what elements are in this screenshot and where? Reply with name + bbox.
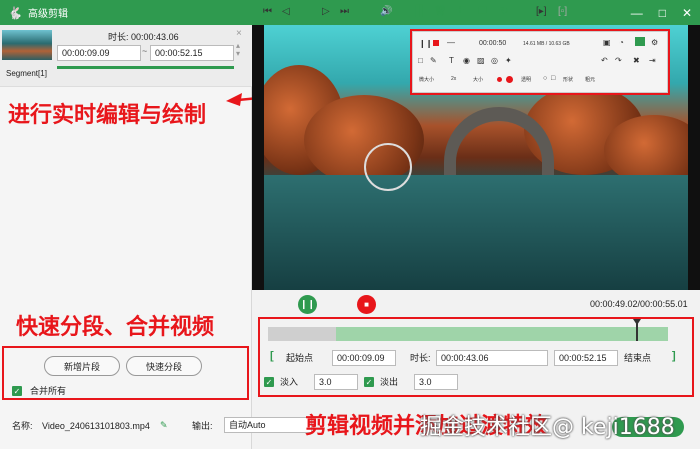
output-select[interactable]: 自动Auto [224, 417, 312, 433]
copy-icon[interactable]: ❐ [478, 5, 487, 19]
fade-in-checkbox[interactable]: ✓ [264, 377, 274, 387]
fade-in-label: 淡入 [280, 377, 299, 387]
timeline-selection[interactable] [336, 327, 668, 341]
fade-in-field[interactable]: 3.0 [314, 374, 358, 390]
filename-value: Video_240613101803.mp4 [42, 421, 150, 431]
filename-label: 名称: [12, 421, 33, 431]
reset-icon[interactable]: ↻ [500, 5, 508, 19]
set-start-icon[interactable]: [ [270, 350, 274, 362]
output-label: 输出: [192, 421, 213, 431]
step-back-icon[interactable]: ◁ [282, 5, 290, 19]
split-icon[interactable]: ▐▌ [412, 5, 426, 19]
trim-end-field[interactable]: 00:00:52.15 [554, 350, 618, 366]
fade-out-checkbox[interactable]: ✓ [364, 377, 374, 387]
mark-out-icon[interactable]: [▫] [558, 5, 567, 19]
fade-out-field[interactable]: 3.0 [414, 374, 458, 390]
trim-duration-field[interactable]: 00:00:43.06 [436, 350, 548, 366]
drawn-circle [364, 143, 412, 191]
mark-in-icon[interactable]: [▸] [536, 5, 547, 19]
trim-duration-label: 时长: [410, 353, 431, 363]
volume-icon[interactable]: 🔊 [380, 5, 392, 19]
stop-button[interactable]: ■ [357, 295, 376, 314]
start-point-label: 起始点 [286, 353, 314, 363]
playback-time: 00:00:49.02/00:00:55.01 [590, 299, 688, 309]
set-end-icon[interactable]: ] [672, 350, 676, 362]
jump-end-icon[interactable]: ⏭ [340, 5, 349, 19]
add-icon[interactable]: + [456, 2, 464, 16]
play-pause-button[interactable]: ❙❙ [298, 295, 317, 314]
trim-start-field[interactable]: 00:00:09.09 [332, 350, 396, 366]
watermark: 掘金技术社区@ keji1688 [420, 415, 675, 440]
step-forward-icon[interactable]: ▷ [322, 5, 330, 19]
jump-start-icon[interactable]: ⏮ [263, 5, 272, 19]
delete-clip-icon[interactable]: 🗑 [434, 5, 447, 19]
end-point-label: 结束点 [624, 353, 652, 363]
timeline-track[interactable] [268, 327, 668, 341]
rename-icon[interactable]: ✎ [160, 419, 168, 431]
fade-out-label: 淡出 [380, 377, 399, 387]
highlight-recording-toolbar [410, 29, 670, 95]
playhead[interactable] [633, 319, 641, 341]
